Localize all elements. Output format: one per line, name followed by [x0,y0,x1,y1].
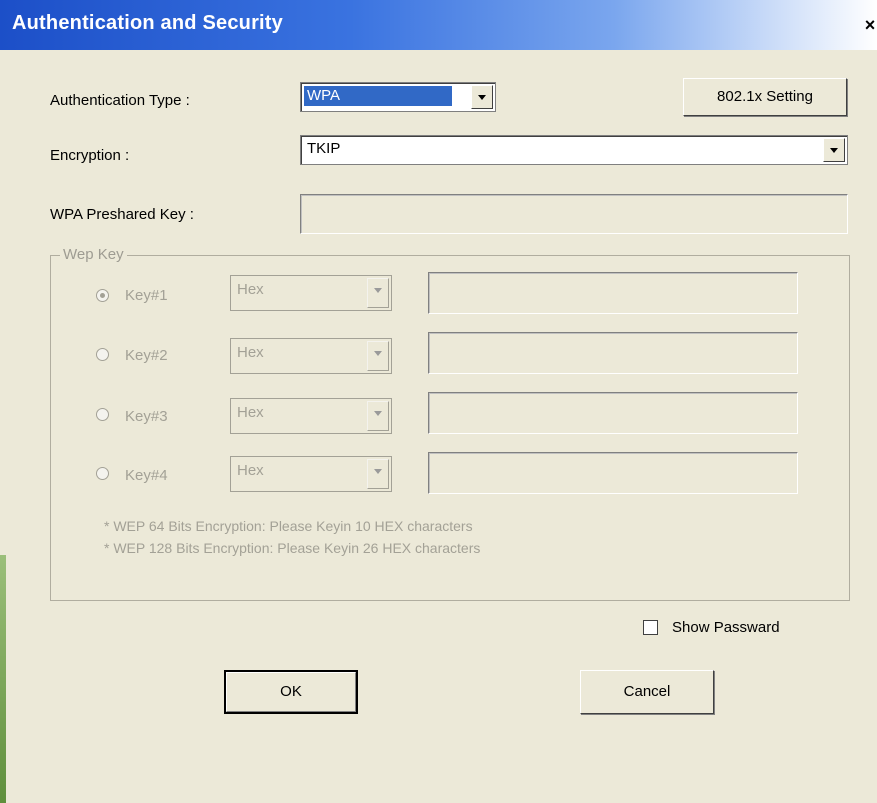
background-edge [0,555,6,803]
chevron-down-icon[interactable] [367,401,389,431]
key3-format-select[interactable]: Hex [230,398,392,434]
8021x-setting-button[interactable]: 802.1x Setting [683,78,847,116]
key2-format-select[interactable]: Hex [230,338,392,374]
dialog-body: Authentication Type : WPA 802.1x Setting… [0,50,877,803]
key4-format-value: Hex [237,462,264,479]
cancel-button[interactable]: Cancel [580,670,714,714]
key1-format-value: Hex [237,281,264,298]
window-title: Authentication and Security [12,12,283,34]
ok-button-label: OK [280,683,302,700]
wep-64-note: * WEP 64 Bits Encryption: Please Keyin 1… [104,518,473,534]
auth-type-value: WPA [304,86,452,106]
key3-format-value: Hex [237,404,264,421]
key4-format-select[interactable]: Hex [230,456,392,492]
chevron-down-icon[interactable] [823,138,845,162]
key1-input[interactable] [428,272,798,314]
title-bar: Authentication and Security × [0,0,877,50]
encryption-label: Encryption : [50,147,130,164]
key4-radio[interactable] [96,467,109,480]
key3-input[interactable] [428,392,798,434]
key4-label: Key#4 [125,467,168,484]
show-password-checkbox[interactable] [643,620,658,635]
encryption-value: TKIP [307,140,341,157]
preshared-key-input[interactable] [300,194,848,234]
chevron-down-icon[interactable] [471,85,493,109]
8021x-setting-button-label: 802.1x Setting [717,88,813,105]
key4-input[interactable] [428,452,798,494]
key2-input[interactable] [428,332,798,374]
key2-label: Key#2 [125,347,168,364]
cancel-button-label: Cancel [623,683,671,700]
auth-type-label: Authentication Type : [50,92,190,109]
key2-format-value: Hex [237,344,264,361]
preshared-key-label: WPA Preshared Key : [50,206,194,223]
ok-button[interactable]: OK [224,670,358,714]
key3-label: Key#3 [125,408,168,425]
key2-radio[interactable] [96,348,109,361]
chevron-down-icon[interactable] [367,341,389,371]
wep-key-group-label: Wep Key [60,246,127,263]
encryption-select[interactable]: TKIP [300,135,848,165]
key1-format-select[interactable]: Hex [230,275,392,311]
show-password-label: Show Passward [672,619,780,636]
chevron-down-icon[interactable] [367,278,389,308]
key1-label: Key#1 [125,287,168,304]
chevron-down-icon[interactable] [367,459,389,489]
wep-128-note: * WEP 128 Bits Encryption: Please Keyin … [104,540,481,556]
key1-radio[interactable] [96,289,109,302]
key3-radio[interactable] [96,408,109,421]
auth-type-select[interactable]: WPA [300,82,496,112]
close-icon[interactable]: × [863,14,877,36]
